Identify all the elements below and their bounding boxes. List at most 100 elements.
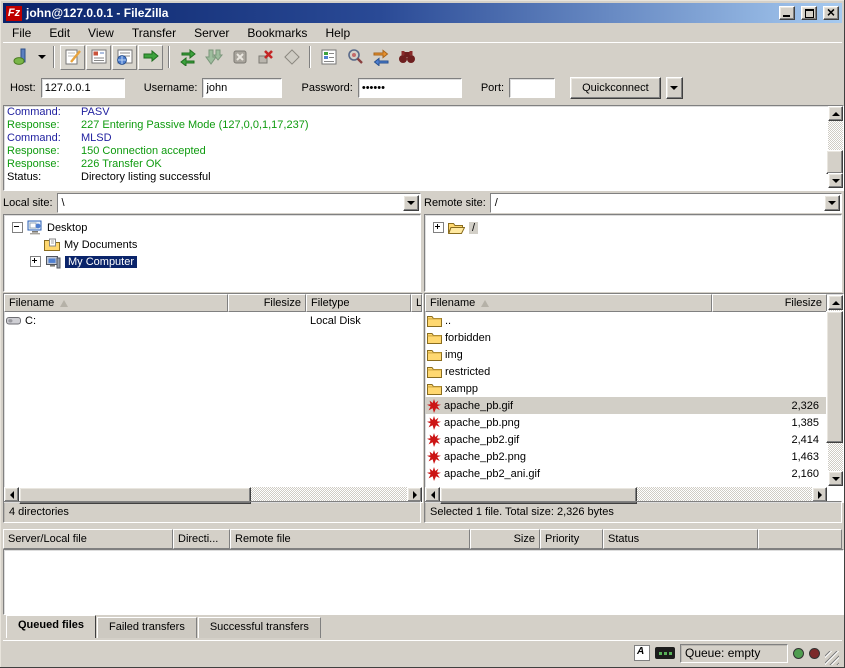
- scrollbar-thumb[interactable]: [826, 311, 843, 443]
- column-filename[interactable]: Filename: [4, 294, 228, 312]
- quickconnect-dropdown-button[interactable]: [666, 77, 683, 99]
- toggle-queue-view-button[interactable]: [138, 45, 163, 70]
- find-files-button[interactable]: [394, 45, 419, 70]
- scroll-down-button[interactable]: [828, 173, 843, 188]
- folder-icon: [427, 332, 442, 344]
- file-row[interactable]: xampp: [425, 380, 827, 397]
- triangle-left-icon: [431, 491, 435, 499]
- file-row[interactable]: restricted: [425, 363, 827, 380]
- menu-edit[interactable]: Edit: [40, 25, 79, 41]
- window-title: john@127.0.0.1 - FileZilla: [26, 6, 773, 20]
- resize-grip[interactable]: [825, 651, 839, 665]
- process-queue-button[interactable]: [201, 45, 226, 70]
- remote-horizontal-scrollbar[interactable]: [425, 487, 827, 502]
- tab-failed-transfers[interactable]: Failed transfers: [97, 617, 197, 638]
- tab-queued-files[interactable]: Queued files: [6, 615, 96, 638]
- file-row[interactable]: img: [425, 346, 827, 363]
- log-line: Command:PASV: [4, 106, 843, 119]
- maximize-button[interactable]: [801, 6, 817, 20]
- tree-expand-icon[interactable]: [30, 256, 41, 267]
- tree-item-root[interactable]: /: [425, 219, 841, 236]
- local-status-text: 4 directories: [9, 506, 69, 518]
- file-row[interactable]: apache_pb2.gif 2,414: [425, 431, 827, 448]
- remote-site-bar: Remote site: /: [424, 192, 842, 213]
- disconnect-button[interactable]: [253, 45, 278, 70]
- file-row[interactable]: apache_pb.png 1,385: [425, 414, 827, 431]
- toggle-remote-tree-view-button[interactable]: [112, 45, 137, 70]
- file-row-c-drive[interactable]: C: Local Disk: [4, 312, 422, 329]
- column-filetype[interactable]: Filetype: [306, 294, 411, 312]
- file-row[interactable]: forbidden: [425, 329, 827, 346]
- column-remote-file[interactable]: Remote file: [230, 529, 470, 549]
- tree-collapse-icon[interactable]: [12, 222, 23, 233]
- local-site-combobox[interactable]: \: [57, 193, 421, 213]
- port-input[interactable]: [509, 78, 555, 98]
- speed-limit-icon[interactable]: [655, 647, 675, 659]
- transfer-type-icon[interactable]: [634, 645, 650, 661]
- file-row[interactable]: apache_pb2.png 1,463: [425, 448, 827, 465]
- quickconnect-button[interactable]: Quickconnect: [570, 77, 661, 99]
- local-site-dropdown-button[interactable]: [403, 195, 419, 211]
- host-input[interactable]: [41, 78, 125, 98]
- scroll-up-button[interactable]: [828, 106, 843, 121]
- scroll-left-button[interactable]: [4, 487, 19, 502]
- tree-item-desktop[interactable]: Desktop: [4, 219, 420, 236]
- minimize-button[interactable]: [779, 6, 795, 20]
- tree-item-label: My Documents: [64, 239, 137, 251]
- scroll-left-button[interactable]: [425, 487, 440, 502]
- column-filesize[interactable]: Filesize: [712, 294, 827, 312]
- menu-server[interactable]: Server: [185, 25, 238, 41]
- log-line: Command:MLSD: [4, 132, 843, 145]
- refresh-button[interactable]: [175, 45, 200, 70]
- toggle-local-tree-view-button[interactable]: [86, 45, 111, 70]
- log-scrollbar[interactable]: [828, 106, 843, 188]
- column-filename[interactable]: Filename: [425, 294, 712, 312]
- column-filesize[interactable]: Filesize: [228, 294, 306, 312]
- tree-item-my-documents[interactable]: My Documents: [4, 236, 420, 253]
- site-manager-dropdown-button[interactable]: [35, 45, 48, 70]
- triangle-up-icon: [832, 301, 840, 305]
- scroll-up-button[interactable]: [828, 295, 843, 310]
- scrollbar-thumb[interactable]: [826, 150, 843, 174]
- triangle-down-icon: [832, 179, 840, 183]
- file-row[interactable]: apache_pb2_ani.gif 2,160: [425, 465, 827, 482]
- directory-comparison-button[interactable]: [342, 45, 367, 70]
- menu-view[interactable]: View: [79, 25, 123, 41]
- scroll-right-button[interactable]: [812, 487, 827, 502]
- filter-icon: [320, 48, 338, 66]
- column-status[interactable]: Status: [603, 529, 758, 549]
- filter-button[interactable]: [316, 45, 341, 70]
- column-size[interactable]: Size: [470, 529, 540, 549]
- menu-bookmarks[interactable]: Bookmarks: [238, 25, 316, 41]
- cancel-operation-button[interactable]: [227, 45, 252, 70]
- remote-site-combobox[interactable]: /: [490, 193, 842, 213]
- column-direction[interactable]: Directi...: [173, 529, 230, 549]
- tree-item-label: /: [469, 222, 478, 234]
- menu-transfer[interactable]: Transfer: [123, 25, 185, 41]
- site-manager-button[interactable]: [9, 45, 34, 70]
- close-button[interactable]: [823, 6, 839, 20]
- username-input[interactable]: [202, 78, 282, 98]
- menu-file[interactable]: File: [3, 25, 40, 41]
- column-server-local-file[interactable]: Server/Local file: [3, 529, 173, 549]
- tree-item-my-computer[interactable]: My Computer: [4, 253, 420, 270]
- tree-expand-icon[interactable]: [433, 222, 444, 233]
- reconnect-button[interactable]: [279, 45, 304, 70]
- remote-site-dropdown-button[interactable]: [824, 195, 840, 211]
- toggle-log-view-button[interactable]: [60, 45, 85, 70]
- synchronized-browsing-button[interactable]: [368, 45, 393, 70]
- menu-help[interactable]: Help: [316, 25, 359, 41]
- scroll-right-button[interactable]: [407, 487, 422, 502]
- file-row[interactable]: ..: [425, 312, 827, 329]
- file-row-selected[interactable]: apache_pb.gif 2,326: [425, 397, 827, 414]
- column-priority[interactable]: Priority: [540, 529, 603, 549]
- tab-successful-transfers[interactable]: Successful transfers: [198, 617, 321, 638]
- password-input[interactable]: [358, 78, 462, 98]
- log-view-icon: [64, 48, 82, 66]
- local-horizontal-scrollbar[interactable]: [4, 487, 422, 502]
- titlebar[interactable]: Fz john@127.0.0.1 - FileZilla: [3, 3, 842, 23]
- menubar: File Edit View Transfer Server Bookmarks…: [3, 24, 842, 42]
- remote-vertical-scrollbar[interactable]: [828, 295, 843, 486]
- scroll-down-button[interactable]: [828, 471, 843, 486]
- column-last-modified[interactable]: L: [411, 294, 422, 312]
